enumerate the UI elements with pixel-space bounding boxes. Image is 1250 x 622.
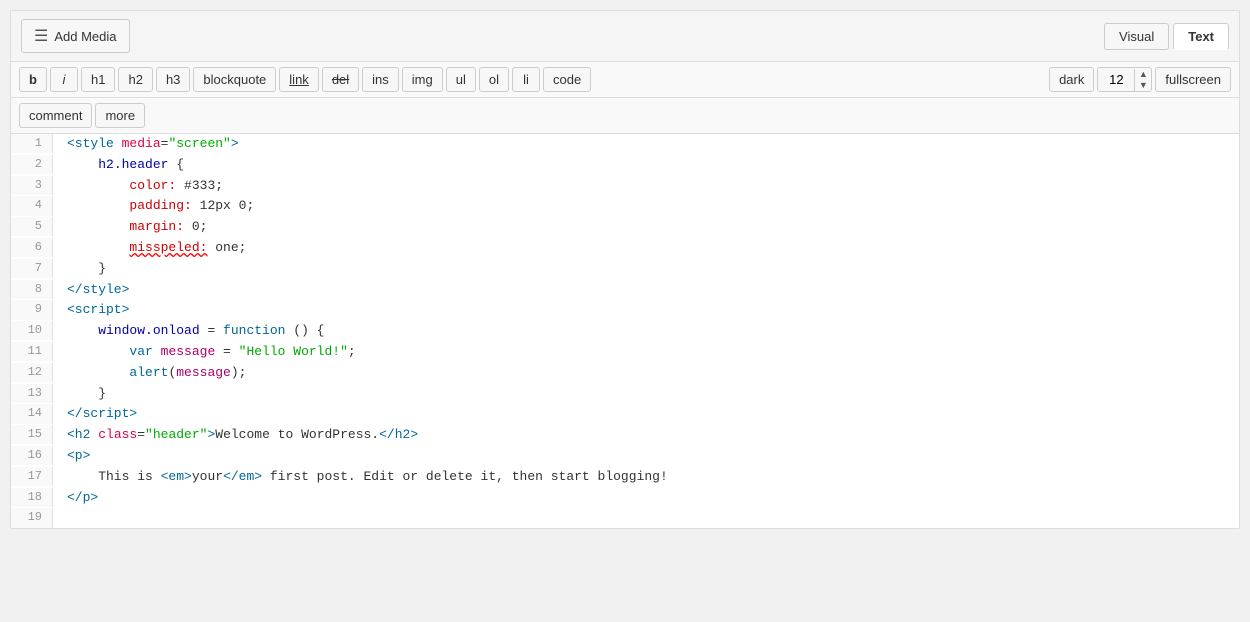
code-line: 1<style media="screen">	[11, 134, 1239, 155]
code-line: 18</p>	[11, 488, 1239, 509]
code-line: 9<script>	[11, 300, 1239, 321]
line-content[interactable]: misspeled: one;	[53, 238, 246, 259]
line-number: 6	[11, 238, 53, 257]
toolbar-right: dark ▲ ▼ fullscreen	[1049, 67, 1231, 92]
view-tabs: Visual Text	[1104, 23, 1229, 50]
ul-button[interactable]: ul	[446, 67, 476, 92]
line-content[interactable]: h2.header {	[53, 155, 184, 176]
line-content[interactable]: </p>	[53, 488, 98, 509]
code-line: 5 margin: 0;	[11, 217, 1239, 238]
code-line: 3 color: #333;	[11, 176, 1239, 197]
ol-button[interactable]: ol	[479, 67, 509, 92]
line-number: 2	[11, 155, 53, 174]
code-line: 2 h2.header {	[11, 155, 1239, 176]
blockquote-button[interactable]: blockquote	[193, 67, 276, 92]
font-size-arrows: ▲ ▼	[1134, 69, 1151, 91]
line-number: 17	[11, 467, 53, 486]
h2-button[interactable]: h2	[118, 67, 152, 92]
line-content[interactable]: }	[53, 259, 106, 280]
line-number: 1	[11, 134, 53, 153]
line-number: 14	[11, 404, 53, 423]
line-content[interactable]: <h2 class="header">Welcome to WordPress.…	[53, 425, 418, 446]
code-line: 6 misspeled: one;	[11, 238, 1239, 259]
line-content[interactable]: <p>	[53, 446, 90, 467]
code-line: 11 var message = "Hello World!";	[11, 342, 1239, 363]
add-media-icon: ☰	[34, 26, 48, 46]
line-content[interactable]: color: #333;	[53, 176, 223, 197]
italic-button[interactable]: i	[50, 67, 78, 92]
line-number: 3	[11, 176, 53, 195]
bold-button[interactable]: b	[19, 67, 47, 92]
line-content[interactable]: <style media="screen">	[53, 134, 239, 155]
code-line: 19	[11, 508, 1239, 527]
add-media-button[interactable]: ☰ Add Media	[21, 19, 130, 53]
more-button[interactable]: more	[95, 103, 145, 128]
code-line: 7 }	[11, 259, 1239, 280]
theme-button[interactable]: dark	[1049, 67, 1094, 92]
tab-visual[interactable]: Visual	[1104, 23, 1169, 50]
code-line: 12 alert(message);	[11, 363, 1239, 384]
line-number: 10	[11, 321, 53, 340]
font-size-input[interactable]	[1098, 68, 1134, 91]
h1-button[interactable]: h1	[81, 67, 115, 92]
line-number: 8	[11, 280, 53, 299]
line-number: 18	[11, 488, 53, 507]
line-number: 9	[11, 300, 53, 319]
line-number: 16	[11, 446, 53, 465]
line-number: 11	[11, 342, 53, 361]
h3-button[interactable]: h3	[156, 67, 190, 92]
line-content[interactable]: alert(message);	[53, 363, 246, 384]
code-line: 17 This is <em>your</em> first post. Edi…	[11, 467, 1239, 488]
img-button[interactable]: img	[402, 67, 443, 92]
li-button[interactable]: li	[512, 67, 540, 92]
editor-wrapper: ☰ Add Media Visual Text b i h1 h2 h3 blo…	[10, 10, 1240, 529]
line-number: 19	[11, 508, 53, 527]
line-number: 4	[11, 196, 53, 215]
line-content[interactable]: </script>	[53, 404, 137, 425]
toolbar-row1: b i h1 h2 h3 blockquote link del ins img…	[11, 62, 1239, 98]
ins-button[interactable]: ins	[362, 67, 399, 92]
top-bar: ☰ Add Media Visual Text	[11, 11, 1239, 62]
line-number: 5	[11, 217, 53, 236]
font-size-control[interactable]: ▲ ▼	[1097, 67, 1152, 92]
line-number: 13	[11, 384, 53, 403]
tab-text[interactable]: Text	[1173, 23, 1229, 50]
code-button[interactable]: code	[543, 67, 591, 92]
code-line: 15<h2 class="header">Welcome to WordPres…	[11, 425, 1239, 446]
line-content[interactable]: margin: 0;	[53, 217, 207, 238]
link-button[interactable]: link	[279, 67, 319, 92]
font-size-down[interactable]: ▼	[1135, 80, 1151, 91]
line-content[interactable]: <script>	[53, 300, 129, 321]
comment-button[interactable]: comment	[19, 103, 92, 128]
line-number: 15	[11, 425, 53, 444]
line-content[interactable]: }	[53, 384, 106, 405]
code-line: 10 window.onload = function () {	[11, 321, 1239, 342]
fullscreen-button[interactable]: fullscreen	[1155, 67, 1231, 92]
code-line: 13 }	[11, 384, 1239, 405]
line-number: 12	[11, 363, 53, 382]
line-number: 7	[11, 259, 53, 278]
line-content[interactable]: var message = "Hello World!";	[53, 342, 356, 363]
font-size-up[interactable]: ▲	[1135, 69, 1151, 80]
del-button[interactable]: del	[322, 67, 359, 92]
code-line: 16<p>	[11, 446, 1239, 467]
line-content[interactable]: padding: 12px 0;	[53, 196, 254, 217]
toolbar-row2: comment more	[11, 98, 1239, 134]
code-line: 4 padding: 12px 0;	[11, 196, 1239, 217]
code-line: 8</style>	[11, 280, 1239, 301]
line-content[interactable]: </style>	[53, 280, 129, 301]
line-content[interactable]: window.onload = function () {	[53, 321, 324, 342]
add-media-label: Add Media	[54, 29, 116, 44]
code-line: 14</script>	[11, 404, 1239, 425]
line-content[interactable]: This is <em>your</em> first post. Edit o…	[53, 467, 668, 488]
code-editor[interactable]: 1<style media="screen">2 h2.header {3 co…	[11, 134, 1239, 528]
